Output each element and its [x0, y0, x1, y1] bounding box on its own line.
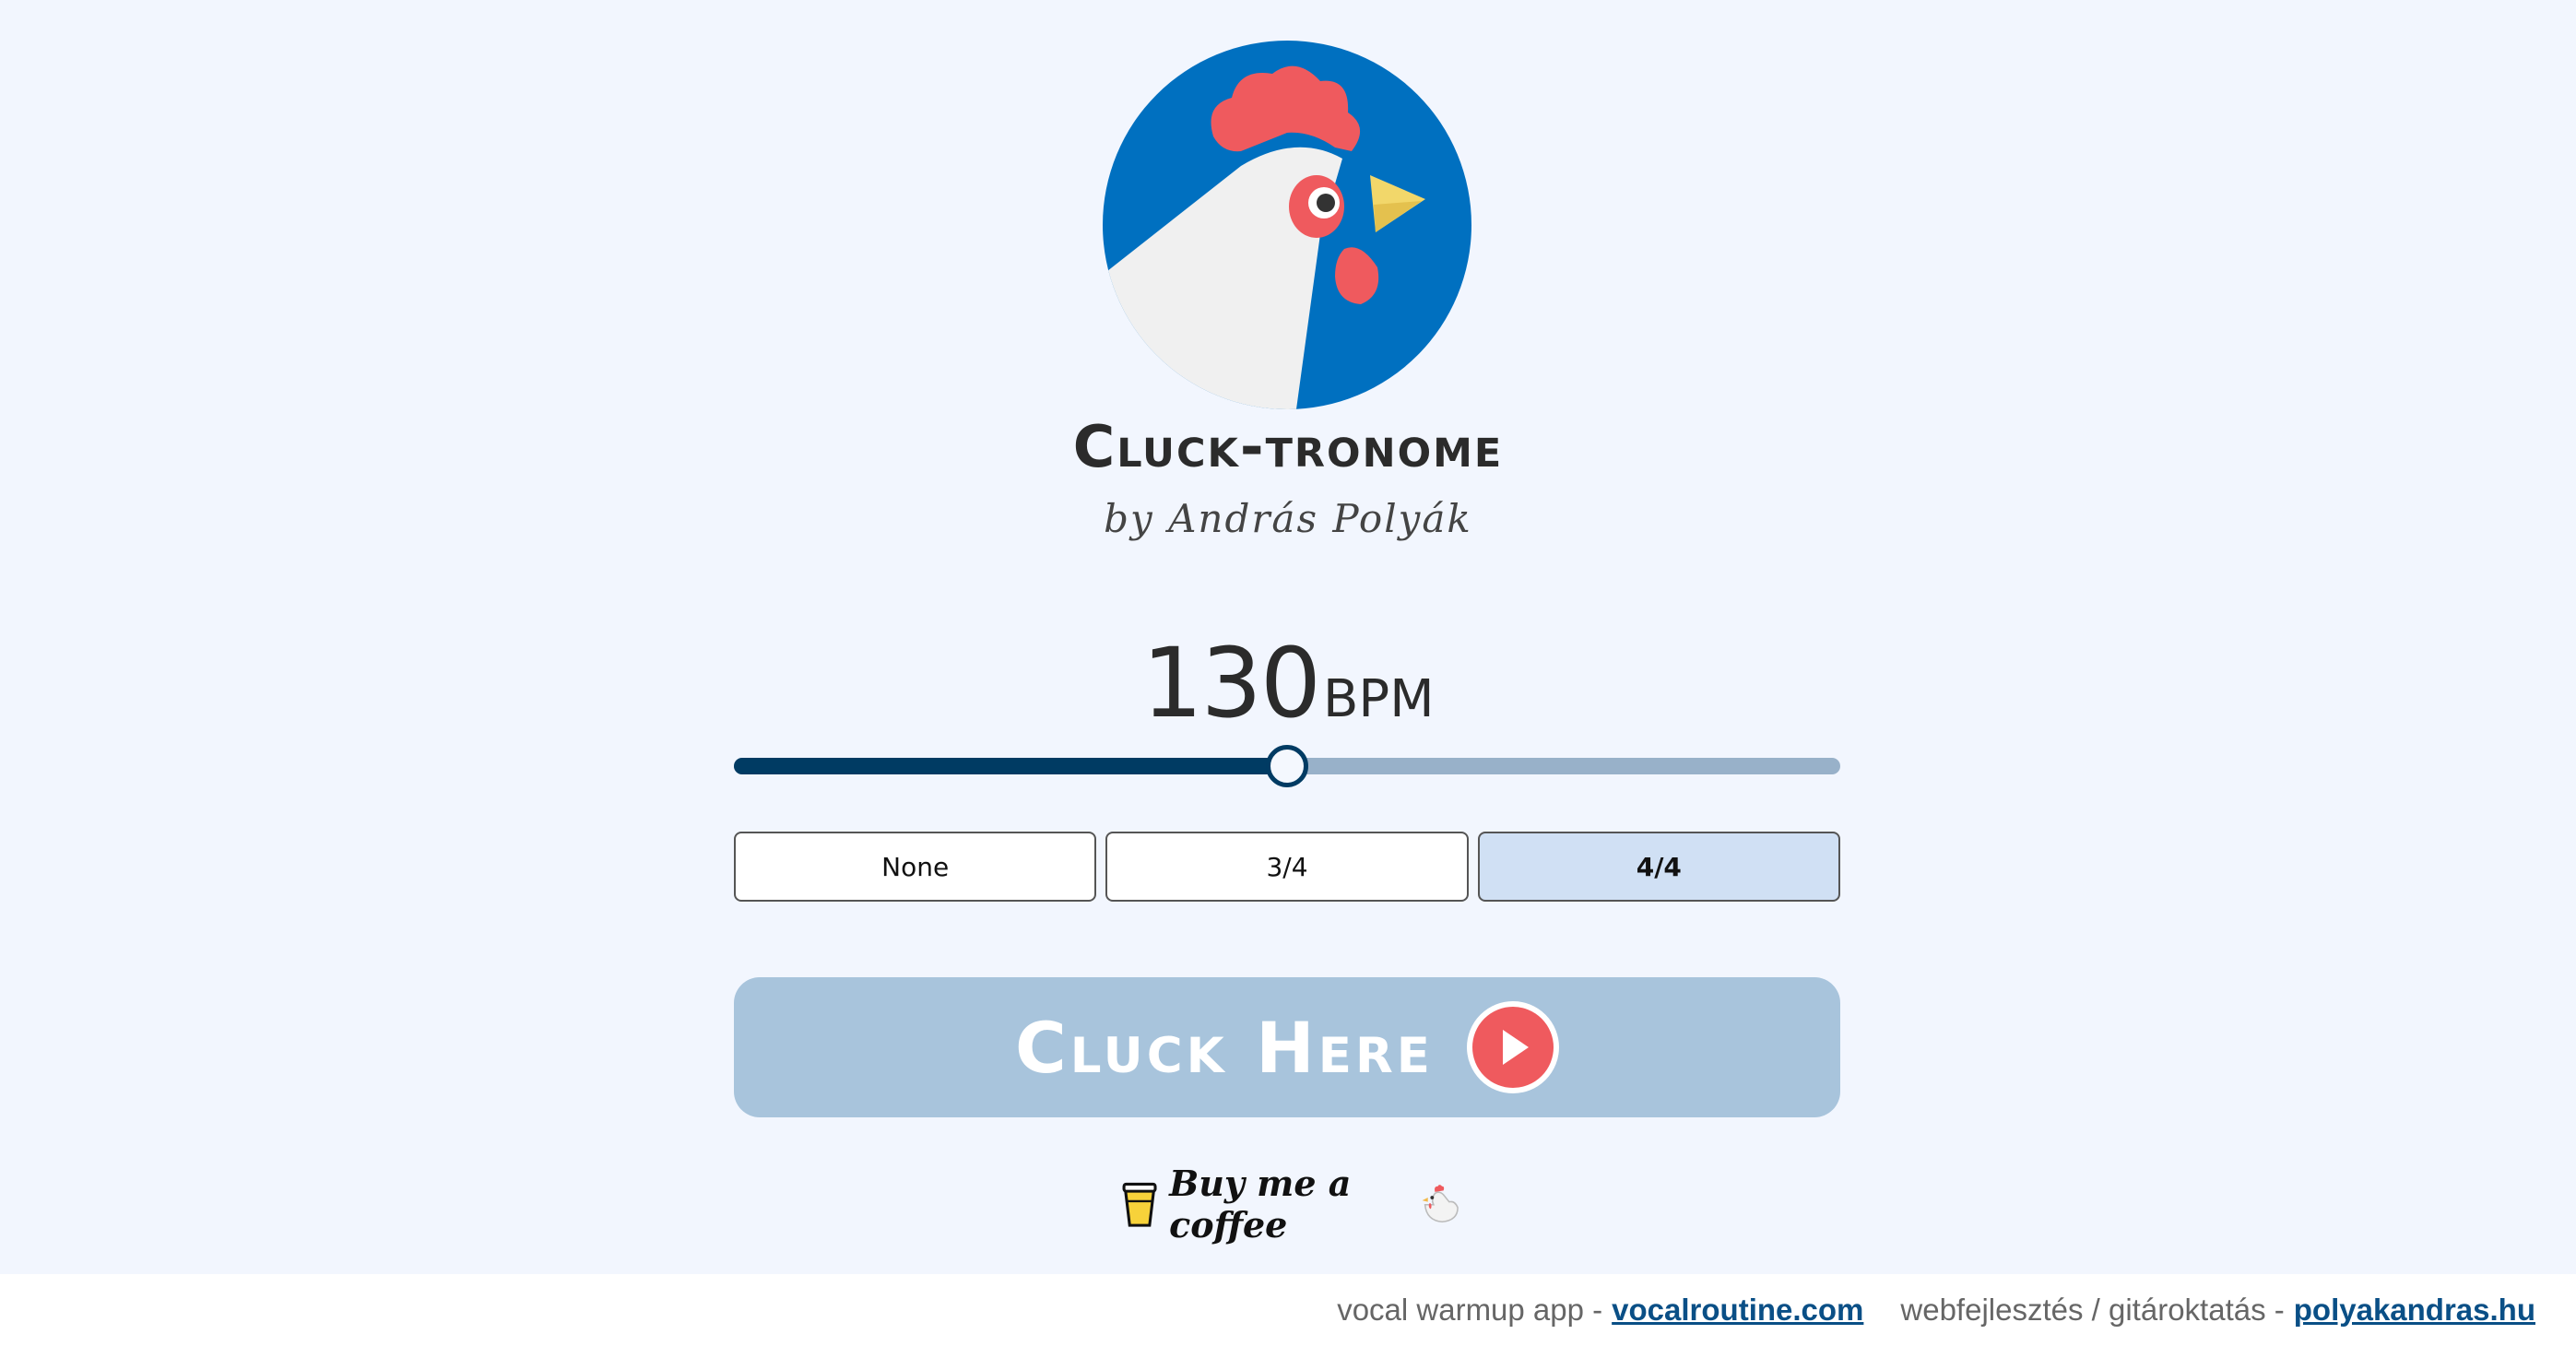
polyakandras-link[interactable]: polyakandras.hu	[2294, 1293, 2535, 1328]
vocalroutine-link[interactable]: vocalroutine.com	[1612, 1293, 1863, 1328]
cluck-here-label: Cluck Here	[1015, 1006, 1434, 1089]
time-signature-3-4-button[interactable]: 3/4	[1105, 832, 1469, 902]
bpm-unit: BPM	[1323, 669, 1435, 729]
tempo-slider-thumb[interactable]	[1266, 745, 1308, 787]
bpm-readout: 130BPM	[0, 627, 2576, 739]
tempo-slider-fill	[734, 758, 1287, 774]
chicken-icon	[1422, 1185, 1459, 1223]
footer: vocal warmup app - vocalroutine.com webf…	[0, 1274, 2576, 1346]
buy-me-a-coffee-link[interactable]: Buy me a coffee	[1121, 1163, 1462, 1246]
tempo-slider[interactable]	[734, 745, 1840, 787]
page: Cluck-tronome by András Polyák 130BPM No…	[0, 0, 2576, 1346]
footer-vocal-warmup-text: vocal warmup app -	[1337, 1293, 1603, 1327]
buy-me-a-coffee-label: Buy me a coffee	[1169, 1163, 1352, 1246]
footer-webdev: webfejlesztés / gitároktatás - polyakand…	[1900, 1293, 2535, 1328]
coffee-cup-icon	[1122, 1182, 1157, 1227]
footer-vocal-warmup: vocal warmup app - vocalroutine.com	[1337, 1293, 1863, 1328]
bpm-value: 130	[1141, 627, 1321, 739]
footer-webdev-text: webfejlesztés / gitároktatás -	[1900, 1293, 2285, 1327]
cluck-here-button[interactable]: Cluck Here	[734, 977, 1840, 1117]
app-title: Cluck-tronome	[1072, 413, 1504, 480]
time-signature-selector: None 3/4 4/4	[734, 832, 1840, 902]
play-icon	[1466, 1001, 1559, 1093]
app-subtitle: by András Polyák	[1104, 496, 1472, 541]
time-signature-4-4-button[interactable]: 4/4	[1477, 832, 1840, 902]
time-signature-none-button[interactable]: None	[734, 832, 1097, 902]
rooster-logo-icon	[1103, 41, 1471, 409]
